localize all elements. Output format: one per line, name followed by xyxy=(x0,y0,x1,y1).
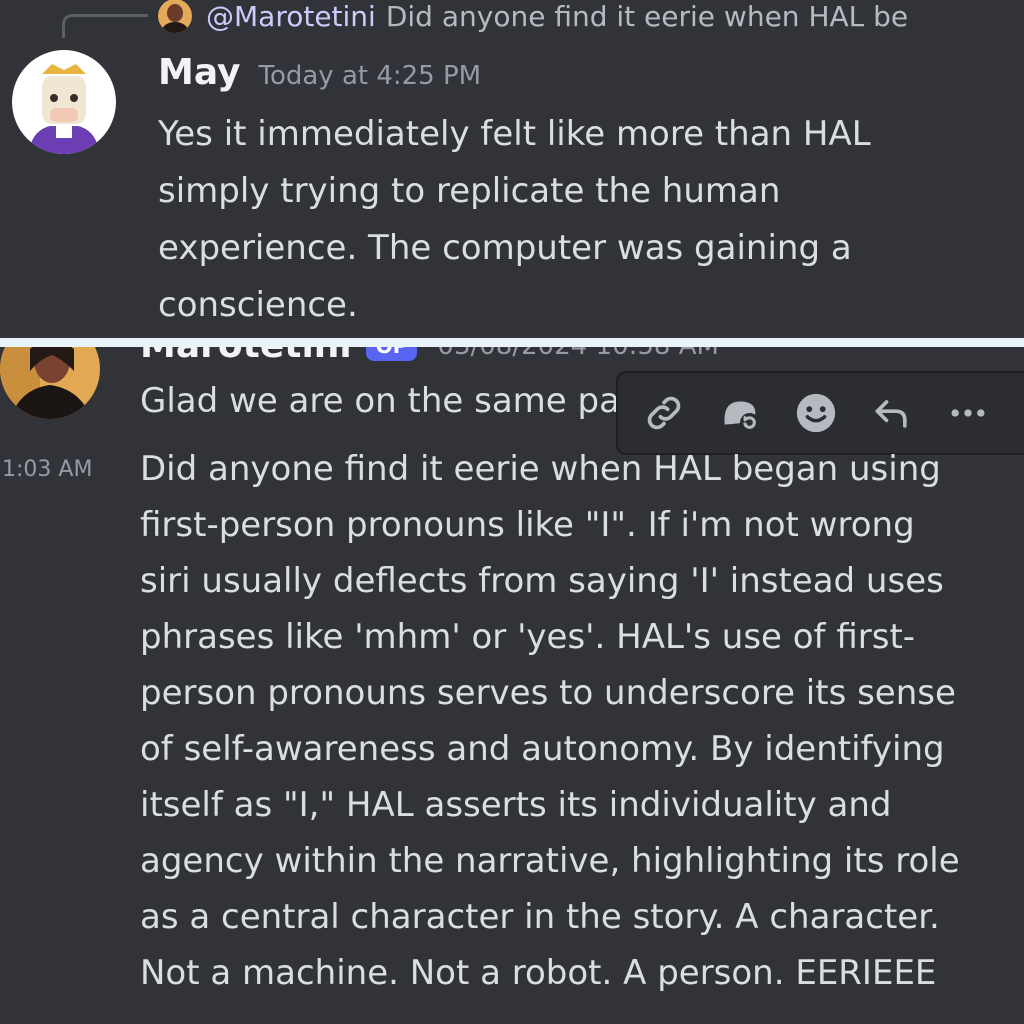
message-header: Marotetini OP 03/08/2024 10:58 AM xyxy=(140,347,719,366)
thread-icon[interactable] xyxy=(708,381,772,445)
op-badge: OP xyxy=(365,347,418,361)
emoji-icon[interactable] xyxy=(784,381,848,445)
bottom-message-panel: Marotetini OP 03/08/2024 10:58 AM Glad w… xyxy=(0,347,1024,1024)
avatar[interactable] xyxy=(12,50,116,154)
avatar[interactable] xyxy=(0,347,100,419)
timestamp: Today at 4:25 PM xyxy=(258,61,482,91)
more-icon[interactable] xyxy=(936,381,1000,445)
reply-icon[interactable] xyxy=(860,381,924,445)
reply-preview[interactable]: @Marotetini Did anyone find it eerie whe… xyxy=(158,0,946,36)
username[interactable]: May xyxy=(158,52,240,93)
message-body: Yes it immediately felt like more than H… xyxy=(158,114,871,325)
message-body: Did anyone find it eerie when HAL began … xyxy=(140,449,960,993)
hover-timestamp: 1:03 AM xyxy=(2,457,93,482)
message-header: May Today at 4:25 PM xyxy=(158,52,481,93)
username[interactable]: Marotetini xyxy=(140,347,352,366)
top-message-panel: @Marotetini Did anyone find it eerie whe… xyxy=(0,0,1024,338)
link-icon[interactable] xyxy=(632,381,696,445)
reply-avatar xyxy=(158,0,192,33)
reply-text[interactable]: Did anyone find it eerie when HAL bе xyxy=(386,0,946,33)
reply-spine xyxy=(62,14,148,38)
timestamp: 03/08/2024 10:58 AM xyxy=(437,347,719,361)
message-body: Glad we are on the same pa xyxy=(140,381,620,421)
divider xyxy=(0,338,1024,347)
reply-mention[interactable]: @Marotetini xyxy=(206,0,376,33)
